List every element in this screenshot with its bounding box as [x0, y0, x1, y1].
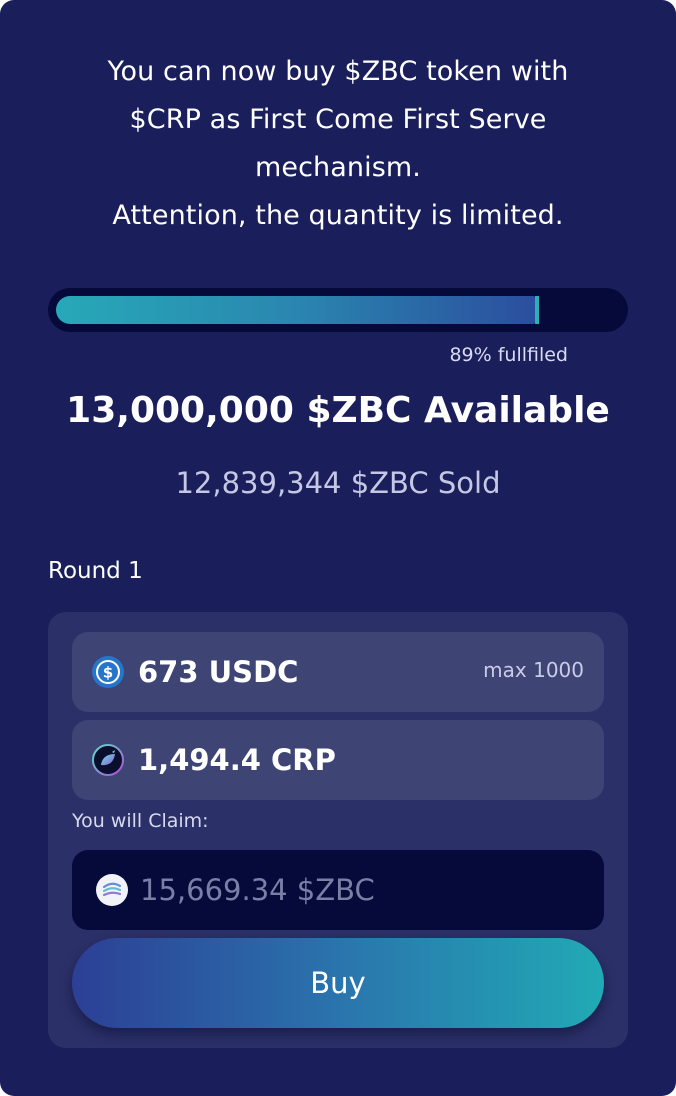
claim-label: You will Claim:: [72, 810, 209, 832]
progress-bar: [48, 288, 628, 332]
max-hint[interactable]: max 1000: [483, 632, 584, 708]
intro-line: You can now buy $ZBC token with: [107, 56, 569, 87]
usdc-icon: $: [92, 656, 124, 688]
crp-amount-value: 1,494.4 CRP: [138, 743, 336, 777]
intro-line: Attention, the quantity is limited.: [112, 200, 564, 231]
crp-amount-field[interactable]: 1,494.4 CRP: [72, 720, 604, 800]
buy-button[interactable]: Buy: [72, 938, 604, 1028]
purchase-panel: $ 673 USDC max 1000 1,494.4 CRP You will…: [48, 612, 628, 1048]
progress-label: 89% fullfiled: [449, 344, 568, 366]
round-label: Round 1: [48, 558, 143, 584]
usdc-amount-field[interactable]: $ 673 USDC max 1000: [72, 632, 604, 712]
progress-fill: [56, 296, 535, 324]
intro-line: mechanism.: [255, 152, 421, 183]
available-supply: 13,000,000 $ZBC Available: [66, 390, 610, 431]
svg-text:$: $: [103, 664, 113, 682]
usdc-amount-value: 673 USDC: [138, 655, 299, 689]
intro-text: You can now buy $ZBC token with $CRP as …: [40, 48, 636, 240]
progress-marker: [535, 296, 539, 324]
sold-amount: 12,839,344 $ZBC Sold: [175, 466, 501, 500]
claim-amount-value: 15,669.34 $ZBC: [140, 873, 375, 907]
intro-line: $CRP as First Come First Serve: [129, 104, 547, 135]
claim-amount-field: 15,669.34 $ZBC: [72, 850, 604, 930]
presale-card: You can now buy $ZBC token with $CRP as …: [0, 0, 676, 1096]
crp-icon: [92, 744, 124, 776]
zbc-icon: [96, 874, 128, 906]
